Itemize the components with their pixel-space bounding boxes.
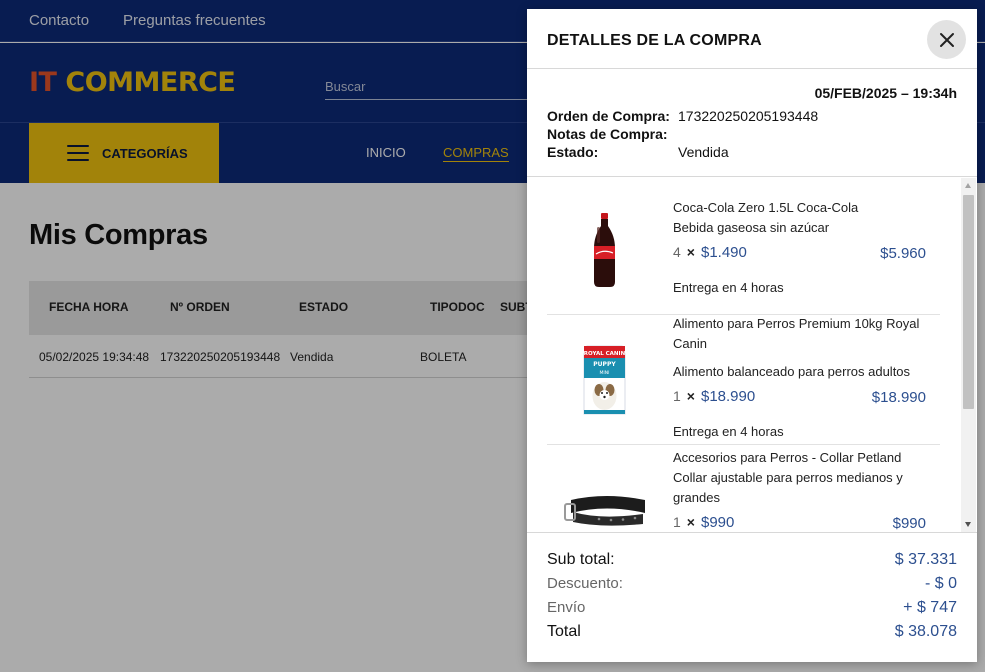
item-description: Collar ajustable para perros medianos y …: [673, 470, 903, 505]
purchase-details-modal: DETALLES DE LA COMPRA 05/FEB/2025 – 19:3…: [527, 9, 977, 662]
subtotal-label: Sub total:: [547, 551, 615, 568]
total-value: $ 38.078: [894, 623, 957, 640]
order-items-list[interactable]: Coca-Cola Zero 1.5L Coca-Cola Bebida gas…: [527, 178, 977, 532]
item-description: Alimento balanceado para perros adultos: [673, 364, 911, 379]
bag-sublabel-text: MINI: [600, 370, 610, 376]
info-label: Orden de Compra:: [547, 108, 670, 124]
item-line-total: $5.960: [880, 245, 926, 262]
items-scrollbar[interactable]: [961, 178, 976, 532]
item-quantity-line: 1 × $990: [673, 514, 734, 531]
scroll-up-arrow-icon[interactable]: [965, 183, 971, 188]
modal-title: DETALLES DE LA COMPRA: [547, 32, 762, 49]
item-qty: 1: [673, 514, 681, 530]
info-label: Notas de Compra:: [547, 126, 668, 142]
subtotal-row: Sub total: $ 37.331: [547, 551, 957, 571]
multiply-sign: ×: [686, 388, 695, 404]
item-name: Accesorios para Perros - Collar Petland: [673, 450, 902, 465]
item-unit-price: $990: [700, 514, 735, 531]
close-icon: [939, 32, 954, 47]
scroll-down-arrow-icon[interactable]: [965, 522, 971, 527]
info-value: 173220250205193448: [678, 108, 819, 124]
item-delivery: Entrega en 4 horas: [673, 424, 784, 439]
soda-bottle-icon: [594, 213, 615, 287]
discount-value: - $ 0: [924, 575, 957, 592]
item-qty: 1: [673, 388, 681, 404]
total-label: Total: [547, 623, 581, 640]
item-unit-price: $1.490: [700, 244, 747, 261]
order-date: 05/FEB/2025 – 19:34h: [814, 85, 957, 101]
discount-label: Descuento:: [547, 575, 623, 592]
item-quantity-line: 1 × $18.990: [673, 388, 755, 405]
item-delivery: Entrega en 4 horas: [673, 280, 784, 295]
discount-row: Descuento: - $ 0: [547, 575, 957, 595]
total-row: Total $ 38.078: [547, 623, 957, 643]
multiply-sign: ×: [686, 514, 695, 530]
dog-food-bag-icon: ROYAL CANIN PUPPY MINI: [583, 345, 626, 415]
shipping-value: + $ 747: [903, 599, 957, 616]
bag-label-text: PUPPY: [593, 361, 616, 368]
item-qty: 4: [673, 244, 681, 260]
order-totals: Sub total: $ 37.331 Descuento: - $ 0 Env…: [527, 532, 977, 662]
info-label: Estado:: [547, 144, 599, 160]
item-line-total: $18.990: [871, 389, 926, 406]
item-description: Bebida gaseosa sin azúcar: [673, 220, 830, 235]
list-item: Accesorios para Perros - Collar Petland …: [547, 444, 940, 532]
subtotal-value: $ 37.331: [894, 551, 957, 568]
list-item: Coca-Cola Zero 1.5L Coca-Cola Bebida gas…: [547, 178, 940, 314]
info-value: Vendida: [678, 144, 729, 160]
item-line-total: $990: [892, 515, 926, 532]
item-name: Coca-Cola Zero 1.5L Coca-Cola: [673, 200, 859, 215]
order-info: 05/FEB/2025 – 19:34h Orden de Compra: 17…: [527, 69, 977, 177]
list-item: ROYAL CANIN PUPPY MINI Alimento para Per…: [547, 314, 940, 444]
close-button[interactable]: [927, 20, 966, 59]
item-unit-price: $18.990: [700, 388, 756, 405]
modal-header: DETALLES DE LA COMPRA: [527, 9, 977, 69]
item-name: Alimento para Perros Premium 10kg Royal …: [673, 316, 920, 351]
shipping-row: Envío + $ 747: [547, 599, 957, 619]
multiply-sign: ×: [686, 244, 695, 260]
bag-brand-text: ROYAL CANIN: [584, 351, 626, 357]
dog-collar-icon: [564, 496, 645, 526]
scroll-thumb[interactable]: [963, 195, 974, 409]
item-quantity-line: 4 × $1.490: [673, 244, 747, 261]
shipping-label: Envío: [547, 599, 586, 616]
